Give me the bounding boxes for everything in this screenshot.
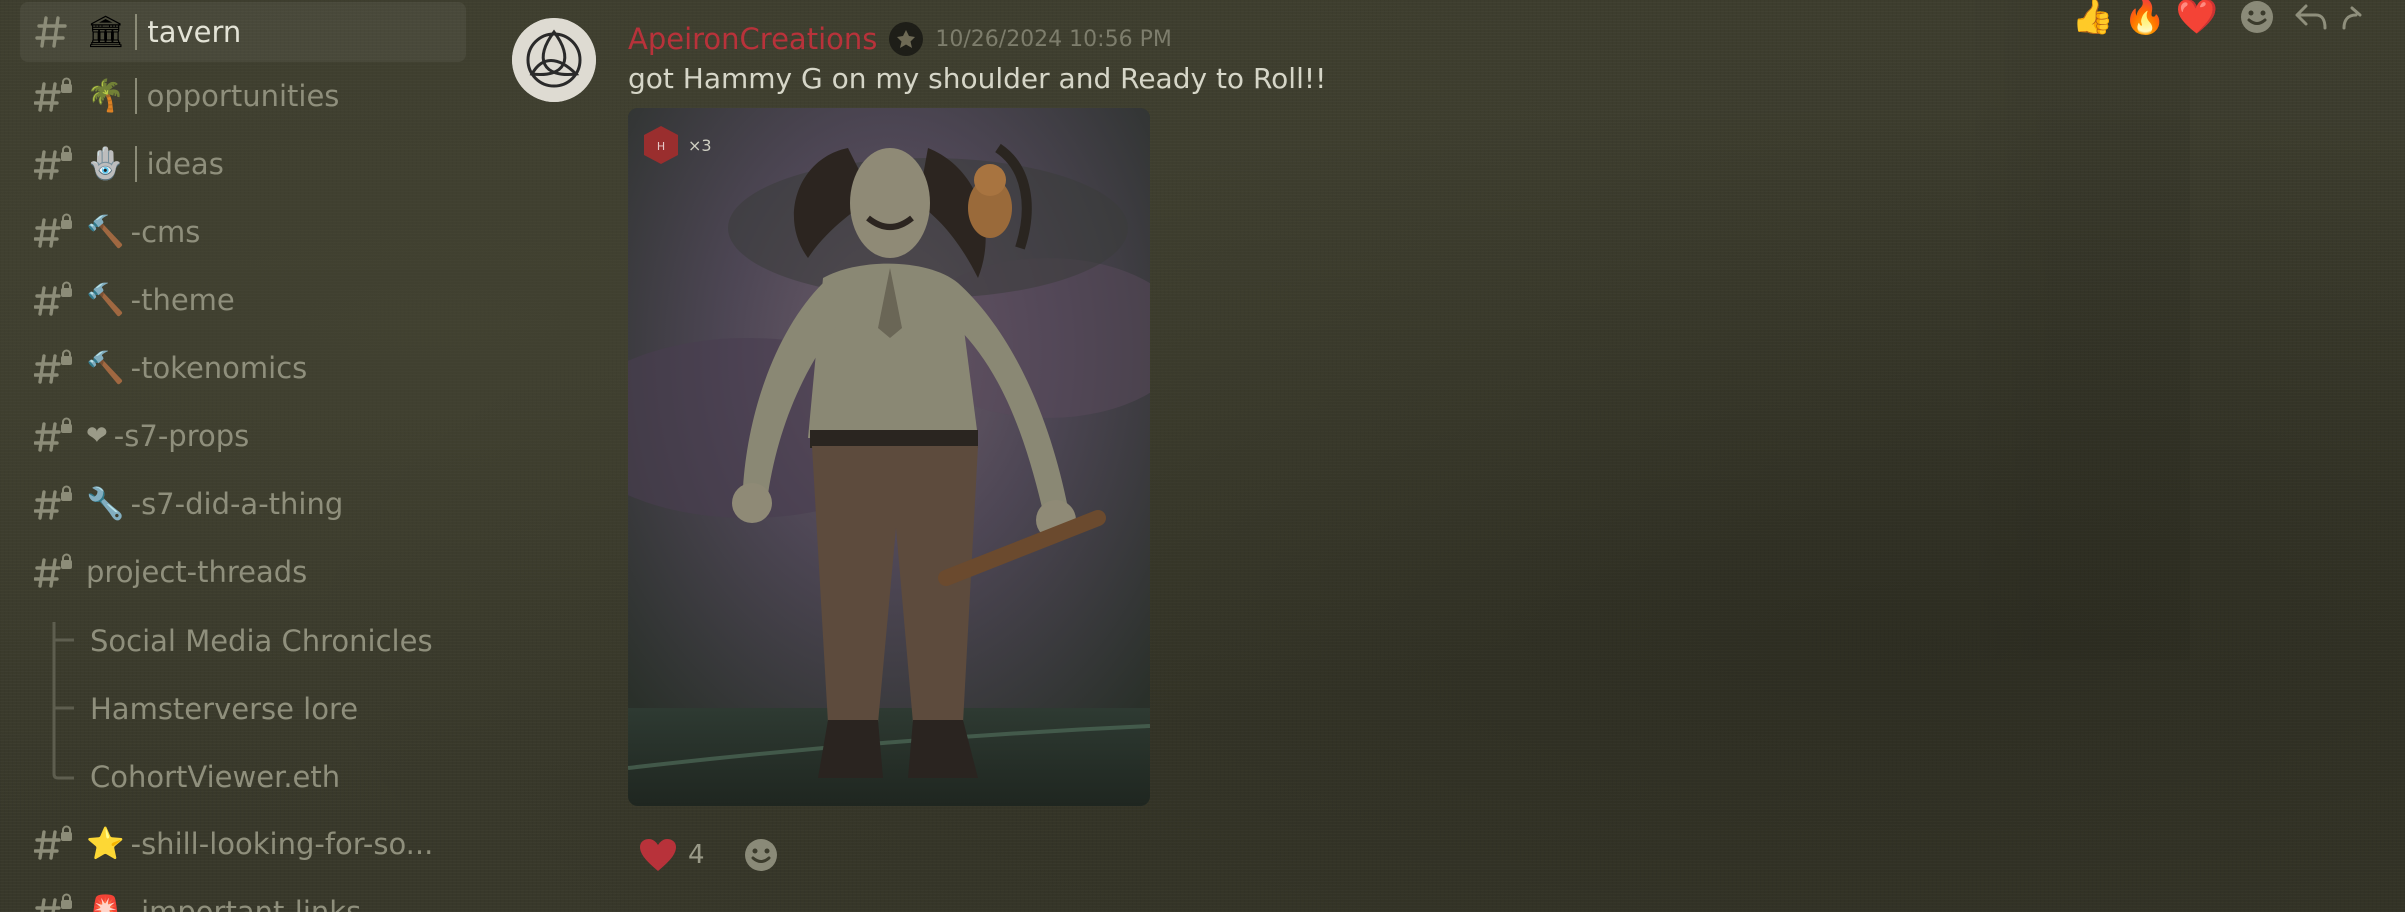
svg-text:H: H — [657, 140, 665, 153]
channel-label: project-threads — [86, 555, 308, 589]
message-header: ApeironCreations 10/26/2024 10:56 PM — [628, 18, 1172, 60]
channel-emoji: 🔨 — [86, 281, 125, 318]
attachment-count: ×3 — [688, 135, 712, 155]
hexagon-logo-icon: H — [644, 126, 678, 164]
username[interactable]: ApeironCreations — [628, 22, 877, 56]
channel-separator — [134, 78, 137, 114]
message-timestamp: 10/26/2024 10:56 PM — [935, 26, 1172, 52]
smiley-icon — [744, 839, 777, 871]
channel-cms[interactable]: 🔨 -cms — [20, 202, 466, 262]
thread-cohortviewer-eth[interactable]: CohortViewer.eth — [90, 752, 340, 802]
channel-emoji: 🚨 — [86, 893, 125, 912]
channel-shill-looking-for-something[interactable]: ⭐ -shill-looking-for-so... — [20, 814, 466, 874]
thread-social-media-chronicles[interactable]: Social Media Chronicles — [90, 616, 433, 666]
channel-s7-did-a-thing[interactable]: 🔧 -s7-did-a-thing — [20, 474, 466, 534]
locked-text-channel-icon — [35, 893, 72, 912]
locked-text-channel-icon — [34, 417, 72, 452]
channel-emoji: 🔨 — [86, 349, 125, 386]
add-reaction-toolbar-button[interactable] — [2234, 0, 2280, 34]
channel-label: -tokenomics — [130, 351, 308, 385]
channel-label: -s7-props — [113, 419, 250, 453]
forward-button[interactable] — [2342, 0, 2362, 34]
locked-text-channel-icon — [34, 825, 72, 860]
thread-tree-connector — [52, 622, 74, 780]
quick-reaction-heart[interactable]: ❤️ — [2174, 0, 2220, 34]
channel-emoji: ⭐ — [86, 825, 125, 862]
locked-text-channel-icon — [34, 281, 72, 316]
channel-sidebar: 🏛 tavern 🌴 opportunities 🪬 ideas 🔨 -cms … — [0, 0, 480, 912]
message-hover-toolbar: 👍 🔥 ❤️ — [2070, 0, 2362, 34]
channel-label: -theme — [130, 283, 235, 317]
locked-text-channel-icon — [34, 553, 72, 588]
locked-text-channel-icon — [34, 77, 72, 112]
role-badge-icon[interactable] — [889, 22, 924, 56]
channel-label: -s7-did-a-thing — [130, 487, 344, 521]
thread-hamsterverse-lore[interactable]: Hamsterverse lore — [90, 684, 358, 734]
channel-emoji: 🔧 — [86, 485, 125, 522]
locked-text-channel-icon — [34, 349, 72, 384]
channel-separator — [134, 146, 137, 182]
locked-text-channel-icon — [34, 145, 72, 180]
image-attachment[interactable] — [628, 108, 1150, 806]
avatar[interactable] — [512, 18, 596, 102]
channel-emoji: 🔨 — [86, 213, 125, 250]
locked-text-channel-icon — [34, 485, 72, 520]
quick-reaction-fire[interactable]: 🔥 — [2122, 0, 2168, 34]
channel-emoji: ❤ — [86, 421, 108, 451]
channel-tokenomics[interactable]: 🔨 -tokenomics — [20, 338, 466, 398]
quick-reaction-thumbs-up[interactable]: 👍 — [2070, 0, 2116, 34]
channel-separator — [135, 14, 138, 50]
channel-label: -cms — [130, 215, 201, 249]
attachment-count-badge: H ×3 — [640, 124, 712, 166]
channel-emoji: 🏛 — [86, 13, 126, 50]
add-reaction-button[interactable] — [741, 835, 781, 875]
channel-label: opportunities — [146, 79, 340, 113]
channel-tavern[interactable]: 🏛 tavern — [20, 2, 466, 62]
channel-important-links[interactable]: 🚨 -important-links — [20, 882, 466, 912]
reply-arrow-icon — [2295, 4, 2327, 30]
discord-window: 🏛 tavern 🌴 opportunities 🪬 ideas 🔨 -cms … — [0, 0, 2405, 912]
channel-label: -important-links — [130, 895, 362, 912]
forward-arrow-icon — [2342, 6, 2362, 30]
character-illustration — [628, 108, 1150, 806]
channel-project-threads[interactable]: project-threads — [20, 542, 466, 602]
reaction-count: 4 — [688, 840, 705, 870]
channel-theme[interactable]: 🔨 -theme — [20, 270, 466, 330]
message-text: got Hammy G on my shoulder and Ready to … — [628, 62, 1327, 95]
smiley-icon — [2241, 1, 2273, 33]
channel-opportunities[interactable]: 🌴 opportunities — [20, 66, 466, 126]
reply-button[interactable] — [2288, 0, 2334, 34]
channel-emoji: 🪬 — [86, 145, 125, 182]
reaction-bar: 4 — [628, 828, 781, 882]
reaction-heart[interactable]: 4 — [628, 831, 715, 879]
channel-label: -shill-looking-for-so... — [130, 827, 434, 861]
channel-label: ideas — [146, 147, 224, 181]
channel-s7-props[interactable]: ❤ -s7-props — [20, 406, 466, 466]
channel-label: tavern — [147, 15, 242, 49]
locked-text-channel-icon — [34, 213, 72, 248]
background-panel — [1960, 0, 2190, 660]
triquetra-logo-icon — [512, 18, 596, 102]
channel-emoji: 🌴 — [86, 77, 125, 114]
channel-ideas[interactable]: 🪬 ideas — [20, 134, 466, 194]
heart-icon — [640, 839, 676, 871]
text-channel-icon — [35, 16, 67, 48]
